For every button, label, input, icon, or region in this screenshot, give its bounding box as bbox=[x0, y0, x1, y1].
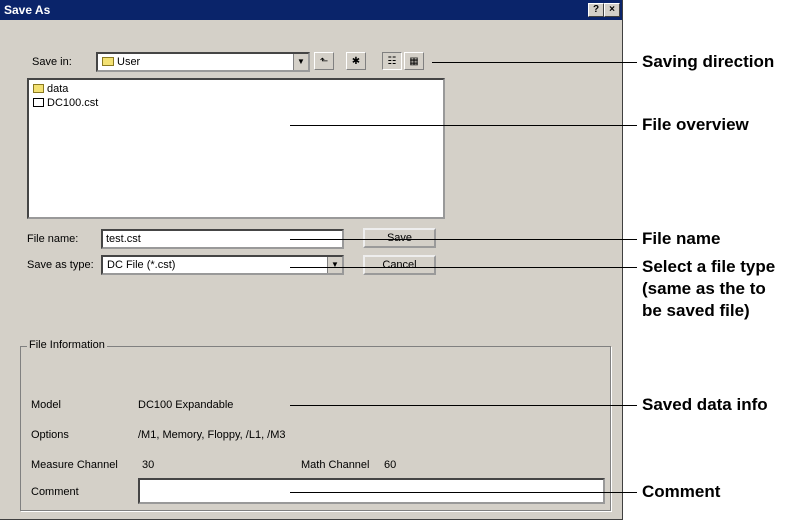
callout-comment: Comment bbox=[642, 482, 721, 501]
callout-line-file-overview bbox=[290, 125, 637, 126]
chevron-down-icon[interactable]: ▼ bbox=[293, 54, 308, 70]
measure-channel-label: Measure Channel bbox=[31, 459, 118, 471]
model-value: DC100 Expandable bbox=[138, 399, 234, 411]
callout-line-comment bbox=[290, 492, 637, 493]
file-information-title: File Information bbox=[27, 339, 107, 351]
callout-line-file-name bbox=[290, 239, 637, 240]
callout-file-type-line3: be saved file) bbox=[642, 301, 750, 320]
save-in-combo[interactable]: User ▼ bbox=[96, 52, 310, 72]
document-icon bbox=[33, 98, 44, 107]
comment-label: Comment bbox=[31, 486, 79, 498]
options-label: Options bbox=[31, 429, 69, 441]
model-label: Model bbox=[31, 399, 61, 411]
new-folder-icon[interactable]: ✱ bbox=[346, 52, 366, 70]
math-channel-label: Math Channel bbox=[301, 459, 370, 471]
folder-icon bbox=[102, 57, 114, 66]
list-item[interactable]: data bbox=[33, 83, 68, 95]
up-one-level-icon[interactable]: ⬑ bbox=[314, 52, 334, 70]
save-in-label: Save in: bbox=[32, 56, 72, 68]
dialog-title: Save As bbox=[4, 3, 51, 17]
title-bar: Save As ? × bbox=[0, 0, 622, 20]
callout-line-saving-direction bbox=[432, 62, 637, 63]
folder-icon bbox=[33, 84, 44, 93]
save-button[interactable]: Save bbox=[363, 228, 436, 248]
chevron-down-icon[interactable]: ▼ bbox=[327, 257, 342, 273]
details-view-icon[interactable]: ▦ bbox=[404, 52, 424, 70]
callout-saved-data-info: Saved data info bbox=[642, 395, 768, 414]
list-item[interactable]: DC100.cst bbox=[33, 97, 98, 109]
cancel-button[interactable]: Cancel bbox=[363, 255, 436, 275]
list-view-icon[interactable]: ☷ bbox=[382, 52, 402, 70]
measure-channel-value: 30 bbox=[142, 459, 155, 471]
callout-file-name: File name bbox=[642, 229, 721, 248]
options-value: /M1, Memory, Floppy, /L1, /M3 bbox=[138, 429, 286, 441]
save-as-type-select[interactable]: DC File (*.cst) ▼ bbox=[101, 255, 344, 275]
save-as-dialog: Save As ? × Save in: User ▼ ⬑ ✱ ☷ ▦ data… bbox=[0, 0, 623, 520]
save-as-type-label: Save as type: bbox=[27, 259, 94, 271]
callout-file-type-line2: (same as the to bbox=[642, 279, 766, 298]
help-button[interactable]: ? bbox=[588, 3, 604, 17]
file-name-label: File name: bbox=[27, 233, 79, 245]
close-button[interactable]: × bbox=[604, 3, 620, 17]
math-channel-value: 60 bbox=[384, 459, 397, 471]
file-list[interactable]: data DC100.cst bbox=[27, 78, 445, 219]
callout-saving-direction: Saving direction bbox=[642, 52, 775, 71]
callout-file-type-line1: Select a file type bbox=[642, 257, 776, 276]
callout-line-file-type bbox=[290, 267, 637, 268]
comment-input[interactable] bbox=[138, 478, 605, 504]
save-in-value: User bbox=[117, 56, 141, 68]
callout-line-saved-data-info bbox=[290, 405, 637, 406]
callout-file-overview: File overview bbox=[642, 115, 749, 134]
